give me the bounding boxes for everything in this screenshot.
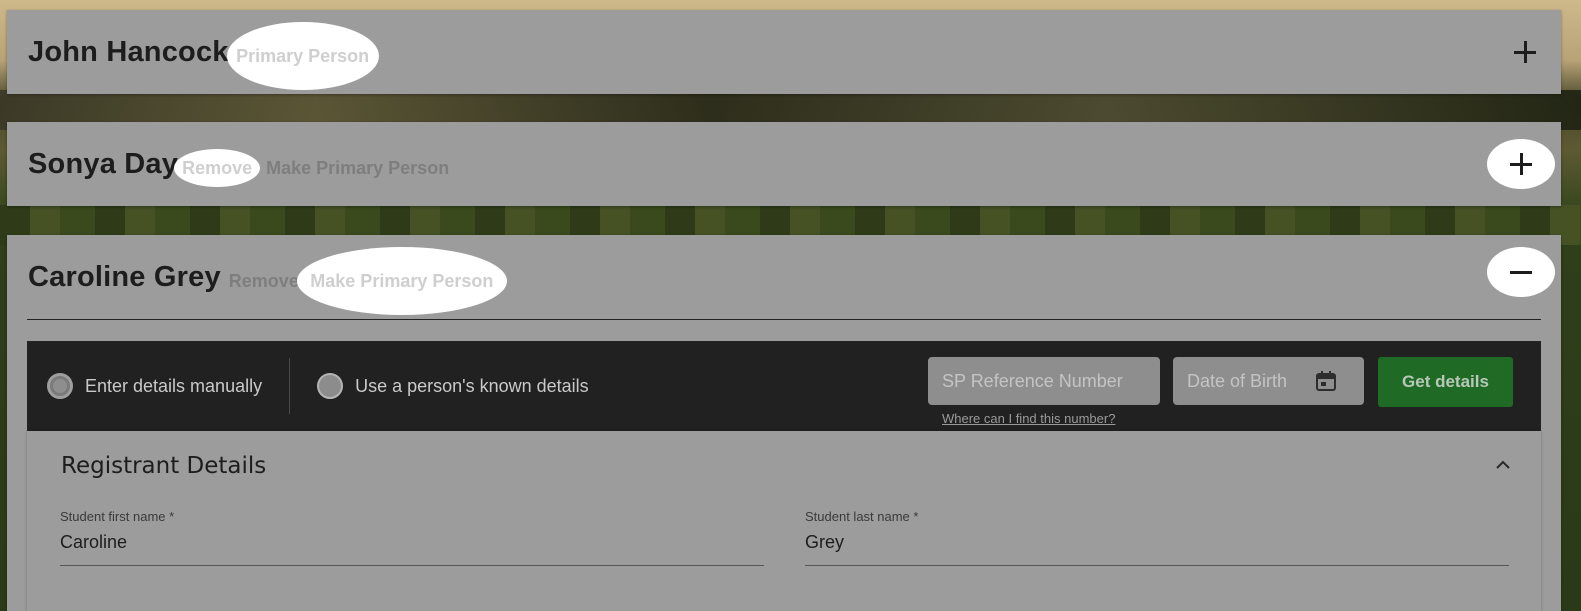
panel-header[interactable]: Sonya Day Remove Make Primary Person: [7, 122, 1561, 206]
person-panel-sonya-day: Sonya Day Remove Make Primary Person: [7, 122, 1561, 206]
field-label: Student last name *: [805, 509, 919, 524]
lookup-bar: Enter details manually Use a person's kn…: [27, 341, 1541, 431]
radio-label: Enter details manually: [85, 375, 263, 396]
minus-icon: [1510, 261, 1532, 283]
last-name-field[interactable]: Student last name * Grey: [805, 509, 1509, 566]
calendar-icon[interactable]: [1314, 369, 1338, 393]
sp-reference-input[interactable]: [942, 370, 1160, 392]
collapse-button[interactable]: [1487, 247, 1555, 297]
last-name-input[interactable]: Grey: [805, 532, 1509, 566]
person-name: John Hancock: [28, 35, 229, 68]
field-label: Student first name *: [60, 509, 175, 524]
date-of-birth-field[interactable]: [1173, 357, 1364, 405]
chevron-up-icon[interactable]: [1495, 457, 1511, 473]
first-name-input[interactable]: Caroline: [60, 532, 764, 566]
person-panel-john-hancock: John Hancock Primary Person: [7, 10, 1561, 94]
expand-button[interactable]: [1509, 36, 1541, 68]
radio-known-details[interactable]: Use a person's known details: [317, 373, 589, 399]
person-panel-caroline-grey: Caroline Grey Remove Make Primary Person…: [7, 235, 1561, 611]
radio-selected-icon: [47, 373, 73, 399]
find-number-help-link[interactable]: Where can I find this number?: [942, 411, 1115, 426]
primary-person-badge: Primary Person: [226, 22, 379, 90]
header-divider: [27, 319, 1541, 320]
radio-label: Use a person's known details: [355, 375, 589, 396]
section-title: Registrant Details: [61, 453, 267, 479]
radio-enter-manually[interactable]: Enter details manually: [47, 373, 262, 399]
sp-reference-field[interactable]: [928, 357, 1160, 405]
remove-link[interactable]: Remove: [174, 149, 261, 187]
person-name: Sonya Day: [28, 147, 179, 180]
expand-button[interactable]: [1487, 139, 1555, 189]
remove-link[interactable]: Remove: [229, 271, 299, 292]
get-details-button[interactable]: Get details: [1378, 357, 1513, 407]
vertical-divider: [289, 358, 291, 414]
plus-icon: [1514, 41, 1536, 63]
person-name: Caroline Grey: [28, 260, 221, 293]
first-name-field[interactable]: Student first name * Caroline: [60, 509, 764, 566]
panel-header[interactable]: Caroline Grey Remove Make Primary Person: [7, 235, 1561, 319]
panel-header[interactable]: John Hancock Primary Person: [7, 10, 1561, 94]
make-primary-link[interactable]: Make Primary Person: [266, 158, 449, 179]
make-primary-link[interactable]: Make Primary Person: [296, 247, 507, 315]
plus-icon: [1510, 153, 1532, 175]
radio-unselected-icon: [317, 373, 344, 399]
registrant-details-section: Registrant Details Student first name * …: [27, 431, 1541, 611]
